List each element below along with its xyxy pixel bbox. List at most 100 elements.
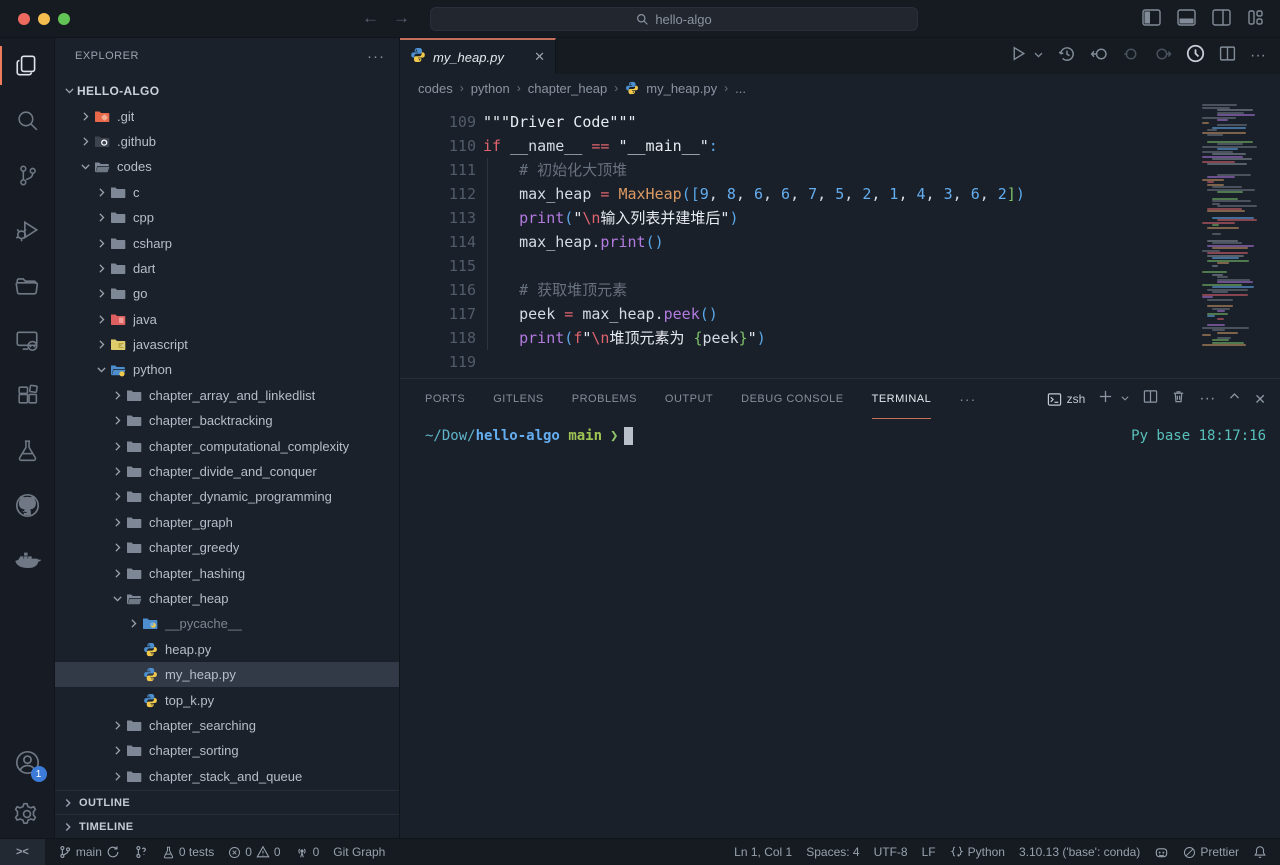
tree-item-chapter-stack-and-queue[interactable]: chapter_stack_and_queue: [55, 764, 399, 789]
docker-icon[interactable]: [0, 533, 55, 588]
chevron-right-icon[interactable]: [109, 465, 125, 478]
terminal-dropdown-icon[interactable]: [1120, 390, 1130, 408]
tree-item-c[interactable]: c: [55, 180, 399, 205]
problems-status[interactable]: 0 0: [221, 839, 287, 865]
code-line-109[interactable]: 109"""Driver Code""": [400, 110, 1280, 134]
chevron-right-icon[interactable]: [109, 744, 125, 757]
minimap[interactable]: [1202, 102, 1274, 342]
tree-item-chapter-computational-complexity[interactable]: chapter_computational_complexity: [55, 433, 399, 458]
zoom-window-button[interactable]: [58, 13, 70, 25]
run-python-file-icon[interactable]: [1010, 45, 1027, 67]
tests-status[interactable]: 0 tests: [155, 839, 221, 865]
tree-item--pycache-[interactable]: __pycache__: [55, 611, 399, 636]
editor-more-actions-icon[interactable]: ···: [1250, 47, 1266, 65]
chevron-right-icon[interactable]: [93, 313, 109, 326]
encoding-status[interactable]: UTF-8: [867, 839, 915, 865]
chevron-right-icon[interactable]: [93, 211, 109, 224]
tree-item--github[interactable]: .github: [55, 129, 399, 154]
code-line-110[interactable]: 110if __name__ == "__main__":: [400, 134, 1280, 158]
prettier-status[interactable]: Prettier: [1176, 839, 1246, 865]
chevron-right-icon[interactable]: [109, 719, 125, 732]
branch-status[interactable]: main: [51, 839, 127, 865]
explorer-more-actions-icon[interactable]: ···: [367, 48, 385, 65]
breadcrumb-item[interactable]: chapter_heap: [528, 81, 608, 96]
github-icon[interactable]: [0, 478, 55, 533]
tree-item-cpp[interactable]: cpp: [55, 205, 399, 230]
ports-status[interactable]: 0: [288, 839, 327, 865]
chevron-down-icon[interactable]: [77, 160, 93, 173]
language-status[interactable]: Python: [943, 839, 1012, 865]
file-history-icon[interactable]: [1058, 45, 1076, 68]
tab-my-heap-py[interactable]: my_heap.py ✕: [400, 38, 556, 74]
kill-terminal-icon[interactable]: [1171, 389, 1186, 409]
tree-item-java[interactable]: java: [55, 307, 399, 332]
timeline-section[interactable]: TIMELINE: [55, 814, 399, 838]
tree-item-go[interactable]: go: [55, 281, 399, 306]
tree-item-my-heap-py[interactable]: my_heap.py: [55, 662, 399, 687]
next-change-icon[interactable]: [1154, 45, 1172, 68]
panel-tab-debug-console[interactable]: DEBUG CONSOLE: [741, 379, 843, 419]
code-editor[interactable]: 109"""Driver Code"""110if __name__ == "_…: [400, 102, 1280, 378]
code-line-112[interactable]: 112 max_heap = MaxHeap([9, 8, 6, 6, 7, 5…: [400, 182, 1280, 206]
chevron-down-icon[interactable]: [61, 84, 77, 97]
search-view-icon[interactable]: [0, 93, 55, 148]
tree-item-chapter-sorting[interactable]: chapter_sorting: [55, 738, 399, 763]
chevron-right-icon[interactable]: [109, 516, 125, 529]
code-line-113[interactable]: 113 print("\n输入列表并建堆后"): [400, 206, 1280, 230]
git-graph-status[interactable]: Git Graph: [326, 839, 392, 865]
tree-item-hello-algo[interactable]: HELLO-ALGO: [55, 78, 399, 103]
tree-item-chapter-graph[interactable]: chapter_graph: [55, 510, 399, 535]
chevron-right-icon[interactable]: [109, 541, 125, 554]
panel-tab-ports[interactable]: PORTS: [425, 379, 465, 419]
chevron-right-icon[interactable]: [109, 389, 125, 402]
tree-item-chapter-backtracking[interactable]: chapter_backtracking: [55, 408, 399, 433]
accounts-icon[interactable]: 1: [0, 735, 55, 790]
chevron-right-icon[interactable]: [93, 262, 109, 275]
copilot-icon[interactable]: [1147, 839, 1176, 865]
minimize-window-button[interactable]: [38, 13, 50, 25]
chevron-right-icon[interactable]: [109, 770, 125, 783]
tree-item-csharp[interactable]: csharp: [55, 230, 399, 255]
panel-tab-problems[interactable]: PROBLEMS: [572, 379, 637, 419]
split-terminal-icon[interactable]: [1143, 389, 1158, 409]
tree-item-heap-py[interactable]: heap.py: [55, 637, 399, 662]
tree-item--git[interactable]: .git: [55, 103, 399, 128]
chevron-right-icon[interactable]: [93, 186, 109, 199]
split-editor-icon[interactable]: [1219, 45, 1236, 67]
maximize-panel-icon[interactable]: [1228, 390, 1241, 408]
tree-item-chapter-heap[interactable]: chapter_heap: [55, 586, 399, 611]
run-code-icon[interactable]: [1186, 44, 1205, 68]
sync-icon[interactable]: [106, 845, 120, 859]
code-line-118[interactable]: 118 print(f"\n堆顶元素为 {peek}"): [400, 326, 1280, 350]
history-back-icon[interactable]: ←: [362, 8, 379, 28]
breadcrumb-item[interactable]: ...: [735, 81, 746, 96]
shell-selector[interactable]: zsh: [1047, 392, 1086, 407]
testing-icon[interactable]: [0, 423, 55, 478]
explorer-icon[interactable]: [0, 38, 55, 93]
tree-item-top-k-py[interactable]: top_k.py: [55, 687, 399, 712]
chevron-right-icon[interactable]: [109, 490, 125, 503]
run-dropdown-icon[interactable]: [1033, 47, 1044, 65]
eol-status[interactable]: LF: [915, 839, 943, 865]
close-panel-icon[interactable]: ✕: [1254, 391, 1266, 408]
chevron-down-icon[interactable]: [109, 592, 125, 605]
panel-tab-gitlens[interactable]: GITLENS: [493, 379, 544, 419]
tree-item-chapter-dynamic-programming[interactable]: chapter_dynamic_programming: [55, 484, 399, 509]
tree-item-chapter-greedy[interactable]: chapter_greedy: [55, 535, 399, 560]
panel-tab-output[interactable]: OUTPUT: [665, 379, 713, 419]
tree-item-dart[interactable]: dart: [55, 256, 399, 281]
run-debug-icon[interactable]: [0, 203, 55, 258]
code-line-114[interactable]: 114 max_heap.print(): [400, 230, 1280, 254]
open-changes-icon[interactable]: [1090, 45, 1108, 68]
code-line-117[interactable]: 117 peek = max_heap.peek(): [400, 302, 1280, 326]
toggle-secondary-sidebar-icon[interactable]: [1212, 9, 1231, 26]
new-terminal-icon[interactable]: [1098, 389, 1113, 409]
remote-indicator[interactable]: ><: [0, 839, 45, 865]
breadcrumb-item[interactable]: python: [471, 81, 510, 96]
chevron-right-icon[interactable]: [109, 414, 125, 427]
chevron-right-icon[interactable]: [93, 338, 109, 351]
chevron-right-icon[interactable]: [125, 617, 141, 630]
panel-more-tabs-icon[interactable]: ···: [959, 391, 976, 407]
breadcrumb-item[interactable]: my_heap.py: [646, 81, 717, 96]
tree-item-chapter-array-and-linkedlist[interactable]: chapter_array_and_linkedlist: [55, 383, 399, 408]
